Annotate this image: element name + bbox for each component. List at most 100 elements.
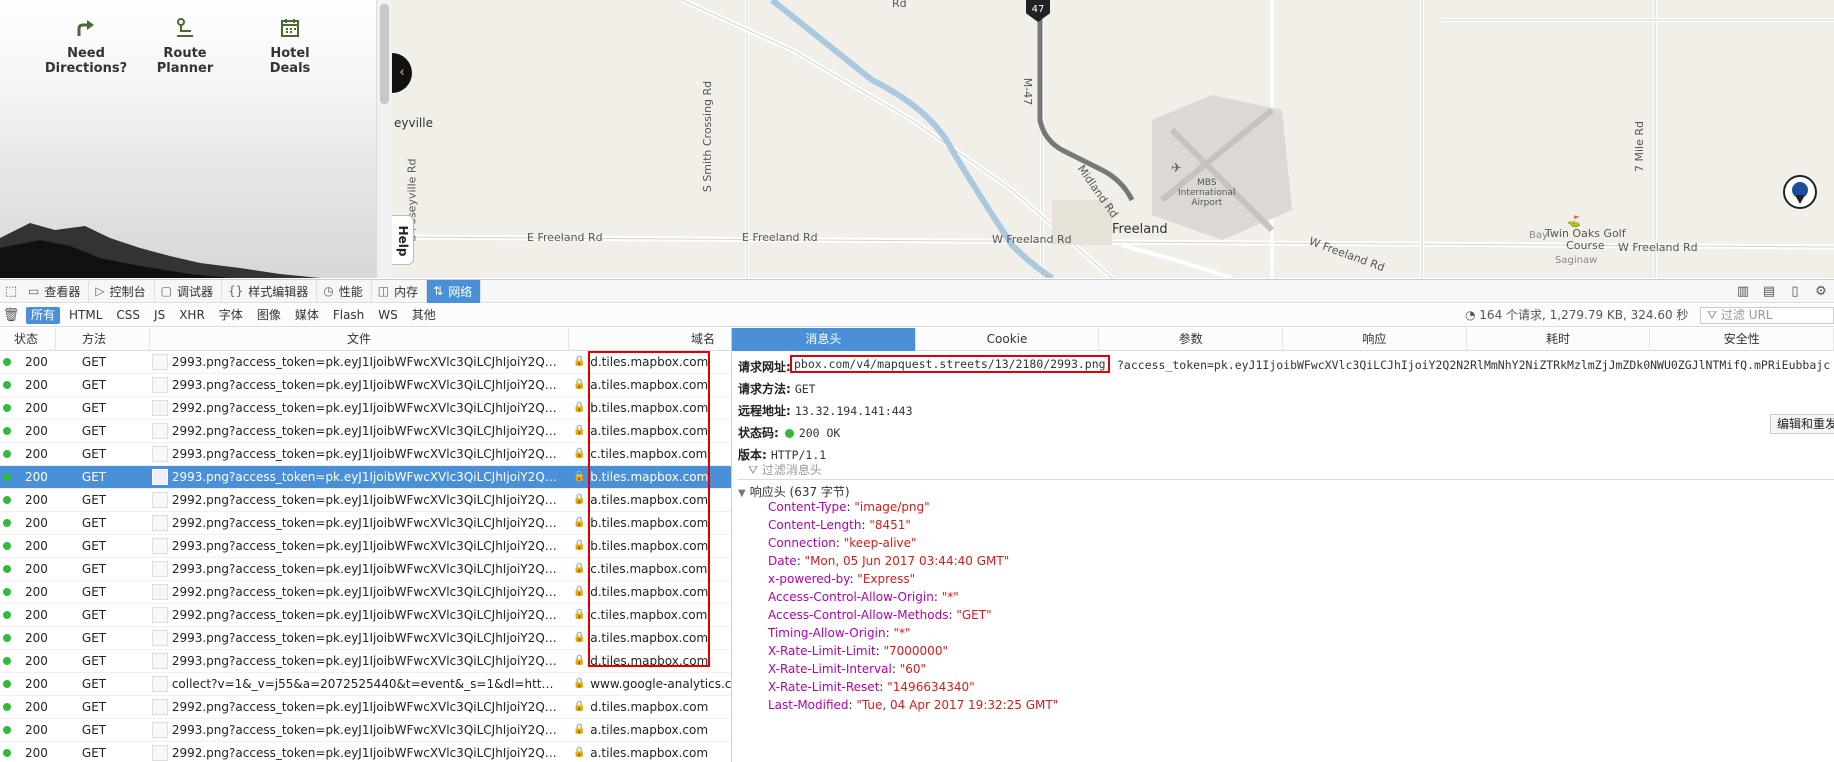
lock-icon: 🔒	[573, 540, 586, 551]
response-header-line[interactable]: X-Rate-Limit-Interval: "60"	[768, 662, 926, 676]
domain-text: a.tiles.mapbox.com	[590, 377, 709, 392]
filter-all[interactable]: 所有	[26, 306, 61, 324]
response-headers-toggle[interactable]: ▼ 响应头 (637 字节)	[738, 483, 850, 500]
route-planner-link[interactable]: Route Planner	[135, 16, 235, 76]
tab-network[interactable]: ⇅ 网络	[427, 279, 482, 303]
tab-timings[interactable]: 耗时	[1467, 328, 1651, 351]
response-header-line[interactable]: Content-Type: "image/png"	[768, 500, 930, 514]
lock-icon: 🔒	[573, 379, 586, 390]
response-header-line[interactable]: x-powered-by: "Express"	[768, 572, 915, 586]
filter-xhr[interactable]: XHR	[174, 307, 210, 324]
table-row[interactable]: 200 GET 2992.png?access_token=pk.eyJ1Ijoib…	[0, 489, 731, 512]
response-header-line[interactable]: X-Rate-Limit-Reset: "1496634340"	[768, 680, 975, 694]
request-domain: 🔒 a.tiles.mapbox.com	[569, 627, 731, 650]
table-row[interactable]: 200 GET 2992.png?access_token=pk.eyJ1Ijoib…	[0, 742, 731, 762]
table-row[interactable]: 200 GET 2992.png?access_token=pk.eyJ1Ijoib…	[0, 696, 731, 719]
table-row[interactable]: 200 GET 2992.png?access_token=pk.eyJ1Ijoib…	[0, 581, 731, 604]
filter-images[interactable]: 图像	[252, 307, 286, 324]
map-canvas[interactable]: ✈ ⛳ 47 eyville t Rd S Poseyville Rd S Sm…	[392, 0, 1834, 278]
need-directions-line1: Need	[67, 46, 105, 61]
column-header-status[interactable]: 状态	[0, 328, 56, 351]
help-tab[interactable]: Help	[392, 215, 414, 265]
table-row[interactable]: 200 GET 2993.png?access_token=pk.eyJ1Ijoib…	[0, 374, 731, 397]
tab-headers[interactable]: 消息头	[732, 328, 916, 351]
split-console-icon[interactable]: ▤	[1756, 284, 1782, 299]
left-panel-scrollbar[interactable]	[376, 0, 392, 278]
map-label-s-smith: S Smith Crossing Rd	[701, 80, 715, 193]
column-header-domain[interactable]: 域名	[569, 328, 731, 351]
tab-memory[interactable]: ◫ 内存	[372, 279, 428, 303]
response-header-line[interactable]: Timing-Allow-Origin: "*"	[768, 626, 910, 640]
scrollbar-thumb[interactable]	[380, 4, 389, 104]
filter-css[interactable]: CSS	[111, 307, 145, 324]
element-picker-icon[interactable]: ⬚	[0, 280, 22, 302]
request-url-highlight[interactable]: pbox.com/v4/mapquest.streets/13/2180/299…	[790, 355, 1110, 373]
response-header-line[interactable]: Connection: "keep-alive"	[768, 536, 917, 550]
tab-response[interactable]: 响应	[1283, 328, 1467, 351]
filter-other[interactable]: 其他	[407, 307, 441, 324]
lock-icon: 🔒	[573, 563, 586, 574]
tab-params[interactable]: 参数	[1099, 328, 1284, 351]
request-method: GET	[81, 584, 107, 599]
request-url-row: 请求网址:	[738, 358, 795, 375]
tab-debugger[interactable]: ▢ 调试器	[155, 279, 222, 303]
response-header-line[interactable]: Access-Control-Allow-Origin: "*"	[768, 590, 959, 604]
tab-inspector[interactable]: ▭ 查看器	[22, 279, 90, 303]
table-row[interactable]: 200 GET 2993.png?access_token=pk.eyJ1Ijoib…	[0, 558, 731, 581]
request-url-rest[interactable]: ?access_token=pk.eyJ1IjoibWFwcXVlc3QiLCJ…	[1117, 358, 1830, 372]
column-header-file[interactable]: 文件	[150, 328, 570, 351]
tab-cookie[interactable]: Cookie	[916, 328, 1100, 351]
table-row[interactable]: 200 GET 2993.png?access_token=pk.eyJ1Ijoib…	[0, 443, 731, 466]
request-status: 200	[0, 558, 56, 581]
table-row[interactable]: 200 GET 2993.png?access_token=pk.eyJ1Ijoib…	[0, 719, 731, 742]
clear-trash-icon[interactable]: 🗑	[0, 304, 22, 326]
dock-layout-icon[interactable]: ▥	[1730, 284, 1756, 299]
status-ok-dot-icon	[784, 429, 794, 438]
table-row[interactable]: 200 GET 2992.png?access_token=pk.eyJ1Ijoib…	[0, 512, 731, 535]
filter-js[interactable]: JS	[149, 307, 170, 324]
table-row[interactable]: 200 GET 2993.png?access_token=pk.eyJ1Ijoib…	[0, 535, 731, 558]
request-status: 200	[0, 443, 56, 466]
filter-html[interactable]: HTML	[64, 307, 107, 324]
table-row[interactable]: 200 GET 2992.png?access_token=pk.eyJ1Ijoib…	[0, 397, 731, 420]
filter-fonts[interactable]: 字体	[214, 307, 248, 324]
filter-ws[interactable]: WS	[373, 307, 402, 324]
need-directions-link[interactable]: Need Directions?	[36, 16, 136, 76]
tab-performance[interactable]: ◷ 性能	[317, 279, 372, 303]
filter-media[interactable]: 媒体	[290, 307, 324, 324]
response-header-line[interactable]: X-Rate-Limit-Limit: "7000000"	[768, 644, 948, 658]
table-row[interactable]: 200 GET collect?v=1&_v=j55&a=2072525440&t=…	[0, 673, 731, 696]
table-row[interactable]: 200 GET 2993.png?access_token=pk.eyJ1Ijoib…	[0, 466, 731, 489]
table-row[interactable]: 200 GET 2993.png?access_token=pk.eyJ1Ijoib…	[0, 650, 731, 673]
tab-security[interactable]: 安全性	[1650, 328, 1834, 351]
header-filter-input[interactable]: ⛛ 过滤消息头	[738, 460, 1834, 480]
request-file: 2992.png?access_token=pk.eyJ1IjoibWFwcXV…	[150, 512, 569, 535]
settings-gear-icon[interactable]: ⚙	[1808, 284, 1834, 299]
response-header-line[interactable]: Access-Control-Allow-Methods: "GET"	[768, 608, 992, 622]
table-row[interactable]: 200 GET 2993.png?access_token=pk.eyJ1Ijoib…	[0, 627, 731, 650]
edit-and-resend-button[interactable]: 编辑和重发	[1769, 414, 1834, 434]
column-header-method[interactable]: 方法	[56, 328, 150, 351]
filter-flash[interactable]: Flash	[328, 307, 369, 324]
table-row[interactable]: 200 GET 2992.png?access_token=pk.eyJ1Ijoib…	[0, 420, 731, 443]
table-row[interactable]: 200 GET 2993.png?access_token=pk.eyJ1Ijoib…	[0, 351, 731, 374]
table-row[interactable]: 200 GET 2992.png?access_token=pk.eyJ1Ijoib…	[0, 604, 731, 627]
url-filter-input[interactable]: ⛛ 过滤 URL	[1700, 307, 1834, 324]
header-value: "image/png"	[854, 500, 930, 514]
left-panel: Need Directions? Route Planner Hotel Dea…	[0, 0, 392, 278]
location-marker-button[interactable]	[1783, 175, 1817, 209]
tab-console[interactable]: ▷ 控制台	[89, 279, 155, 303]
lock-icon: 🔒	[573, 494, 586, 505]
response-header-line[interactable]: Content-Length: "8451"	[768, 518, 911, 532]
response-header-line[interactable]: Date: "Mon, 05 Jun 2017 03:44:40 GMT"	[768, 554, 1009, 568]
responsive-mode-icon[interactable]: ▯	[1782, 284, 1808, 299]
response-header-line[interactable]: Last-Modified: "Tue, 04 Apr 2017 19:32:2…	[768, 698, 1058, 712]
header-key: Date	[768, 554, 797, 568]
request-list-header: 状态 方法 文件 域名	[0, 328, 731, 351]
airport-line3: Airport	[1191, 198, 1223, 208]
tab-style-editor[interactable]: {} 样式编辑器	[222, 279, 318, 303]
map-label-golf: Twin Oaks Golf Course	[1545, 228, 1626, 252]
header-key: X-Rate-Limit-Limit	[768, 644, 876, 658]
request-status: 200	[0, 420, 56, 443]
hotel-deals-link[interactable]: Hotel Deals	[240, 16, 340, 76]
